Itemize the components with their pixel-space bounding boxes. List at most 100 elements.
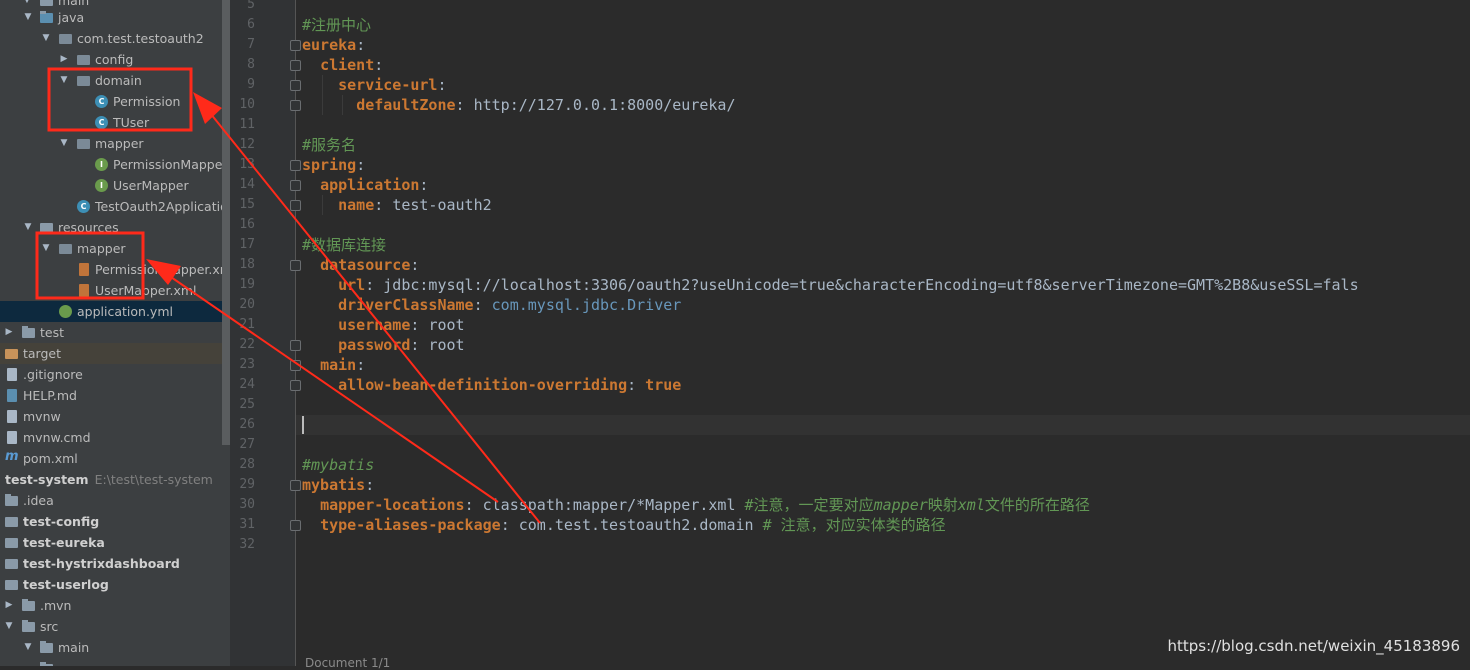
tree-item-test-userlog[interactable]: test-userlog xyxy=(0,574,222,595)
tree-item-mapper-folder[interactable]: ▼ mapper xyxy=(0,238,222,259)
tree-item-pom-xml[interactable]: m pom.xml xyxy=(0,448,222,469)
code-line-15: name: test-oauth2 xyxy=(338,196,492,214)
tree-item-java[interactable]: ▼ java xyxy=(0,7,222,28)
tree-item-idea[interactable]: .idea xyxy=(0,490,222,511)
yaml-key: datasource xyxy=(320,256,411,274)
tree-item-test-system[interactable]: test-system E:\test\test-system xyxy=(0,469,222,490)
fold-marker[interactable] xyxy=(290,40,301,51)
chevron-down-icon[interactable]: ▼ xyxy=(41,238,51,259)
fold-marker[interactable] xyxy=(290,520,301,531)
package-icon xyxy=(77,76,90,86)
tree-item-application-class[interactable]: C TestOauth2Application xyxy=(0,196,230,217)
comment: xml xyxy=(957,496,985,514)
fold-marker[interactable] xyxy=(290,100,301,111)
folder-icon xyxy=(22,599,35,611)
tree-item-label: test-userlog xyxy=(23,577,109,592)
fold-marker[interactable] xyxy=(290,360,301,371)
yaml-key: mapper-locations xyxy=(320,496,465,514)
yaml-key: mybatis xyxy=(302,476,366,494)
comment: #注意，一定要对应 xyxy=(744,496,874,514)
line-number: 20 xyxy=(239,297,255,312)
chevron-down-icon[interactable]: ▼ xyxy=(23,7,33,28)
tree-item-label: .idea xyxy=(23,493,54,508)
tree-item-mvnw[interactable]: mvnw xyxy=(0,406,222,427)
code-line-9: service-url: xyxy=(338,76,447,94)
tree-item-permission-class[interactable]: C Permission xyxy=(0,91,222,112)
tree-item-permissionmapper-xml[interactable]: PermissionMapper.xml xyxy=(0,259,230,280)
tree-item-label: test-hystrixdashboard xyxy=(23,556,180,571)
tree-item-tuser-class[interactable]: C TUser xyxy=(0,112,222,133)
fold-marker[interactable] xyxy=(290,180,301,191)
comment: 文件的所在路径 xyxy=(984,496,1090,514)
tree-item-config[interactable]: ▶ config xyxy=(0,49,222,70)
tree-item-application-yml[interactable]: application.yml xyxy=(0,301,222,322)
tree-item-mvnw-cmd[interactable]: mvnw.cmd xyxy=(0,427,222,448)
yaml-key: type-aliases-package xyxy=(320,516,501,534)
spring-boot-class-icon: C xyxy=(77,200,90,213)
tree-item-package-root[interactable]: ▼ com.test.testoauth2 xyxy=(0,28,222,49)
xml-file-icon xyxy=(79,284,89,297)
yaml-value: root xyxy=(428,336,465,354)
tree-item-label: pom.xml xyxy=(23,451,78,466)
tree-item-main-2[interactable]: ▼ main xyxy=(0,637,222,658)
yaml-value: true xyxy=(645,376,682,394)
code-line-28: #mybatis xyxy=(302,455,374,475)
tree-item-mapper-package[interactable]: ▼ mapper xyxy=(0,133,222,154)
chevron-right-icon[interactable]: ▶ xyxy=(4,322,14,343)
folder-icon xyxy=(40,641,53,653)
yaml-key: eureka xyxy=(302,36,357,54)
tree-item-permissionmapper[interactable]: I PermissionMapper xyxy=(0,154,228,175)
chevron-down-icon[interactable]: ▼ xyxy=(59,70,69,91)
yaml-key: client xyxy=(320,56,375,74)
tree-item-domain[interactable]: ▼ domain xyxy=(0,70,222,91)
fold-marker[interactable] xyxy=(290,340,301,351)
chevron-down-icon[interactable]: ▼ xyxy=(41,28,51,49)
yaml-key: username xyxy=(338,316,411,334)
tree-item-gitignore[interactable]: .gitignore xyxy=(0,364,222,385)
tree-item-test-hystrixdashboard[interactable]: test-hystrixdashboard xyxy=(0,553,222,574)
chevron-down-icon[interactable]: ▼ xyxy=(59,133,69,154)
fold-marker[interactable] xyxy=(290,60,301,71)
tree-item-label: Permission xyxy=(113,94,181,109)
fold-marker[interactable] xyxy=(290,260,301,271)
chevron-down-icon[interactable]: ▼ xyxy=(23,217,33,238)
tree-item-usermapper[interactable]: I UserMapper xyxy=(0,175,222,196)
tree-item-resources[interactable]: ▼ resources xyxy=(0,217,222,238)
tree-item-test-config[interactable]: test-config xyxy=(0,511,222,532)
yaml-value: jdbc:mysql://localhost:3306/oauth2?useUn… xyxy=(383,276,1359,294)
tree-item-target[interactable]: target xyxy=(0,343,222,364)
tree-item-partial xyxy=(0,658,222,666)
tree-item-label: test xyxy=(40,325,65,340)
fold-marker[interactable] xyxy=(290,160,301,171)
tree-item-test[interactable]: ▶ test xyxy=(0,322,222,343)
module-folder-icon xyxy=(5,517,18,527)
tree-item-label: .mvn xyxy=(40,598,72,613)
tree-item-label: TestOauth2Application xyxy=(95,199,230,214)
fold-marker[interactable] xyxy=(290,200,301,211)
fold-marker[interactable] xyxy=(290,380,301,391)
line-number: 14 xyxy=(239,177,255,192)
chevron-down-icon[interactable]: ▼ xyxy=(4,616,14,637)
tree-item-test-eureka[interactable]: test-eureka xyxy=(0,532,222,553)
fold-marker[interactable] xyxy=(290,80,301,91)
markdown-file-icon xyxy=(7,389,17,402)
chevron-down-icon[interactable]: ▼ xyxy=(23,637,33,658)
code-line-21: username: root xyxy=(338,316,465,334)
tree-item-mvn-folder[interactable]: ▶ .mvn xyxy=(0,595,222,616)
tree-item-src[interactable]: ▼ src xyxy=(0,616,222,637)
package-icon xyxy=(77,55,90,65)
file-icon xyxy=(7,410,17,423)
yaml-key: main xyxy=(320,356,357,374)
tree-item-label: domain xyxy=(95,73,142,88)
current-line-highlight xyxy=(296,415,1470,435)
tree-item-usermapper-xml[interactable]: UserMapper.xml xyxy=(0,280,222,301)
class-icon: C xyxy=(95,116,108,129)
line-number: 22 xyxy=(239,337,255,352)
tree-scrollbar[interactable] xyxy=(222,0,230,445)
code-editor[interactable]: 5 6 7 8 9 10 11 12 13 14 15 16 17 18 19 … xyxy=(230,0,1470,666)
module-folder-icon xyxy=(5,580,18,590)
chevron-right-icon[interactable]: ▶ xyxy=(59,49,69,70)
tree-item-help-md[interactable]: HELP.md xyxy=(0,385,222,406)
chevron-right-icon[interactable]: ▶ xyxy=(4,595,14,616)
fold-marker[interactable] xyxy=(290,480,301,491)
